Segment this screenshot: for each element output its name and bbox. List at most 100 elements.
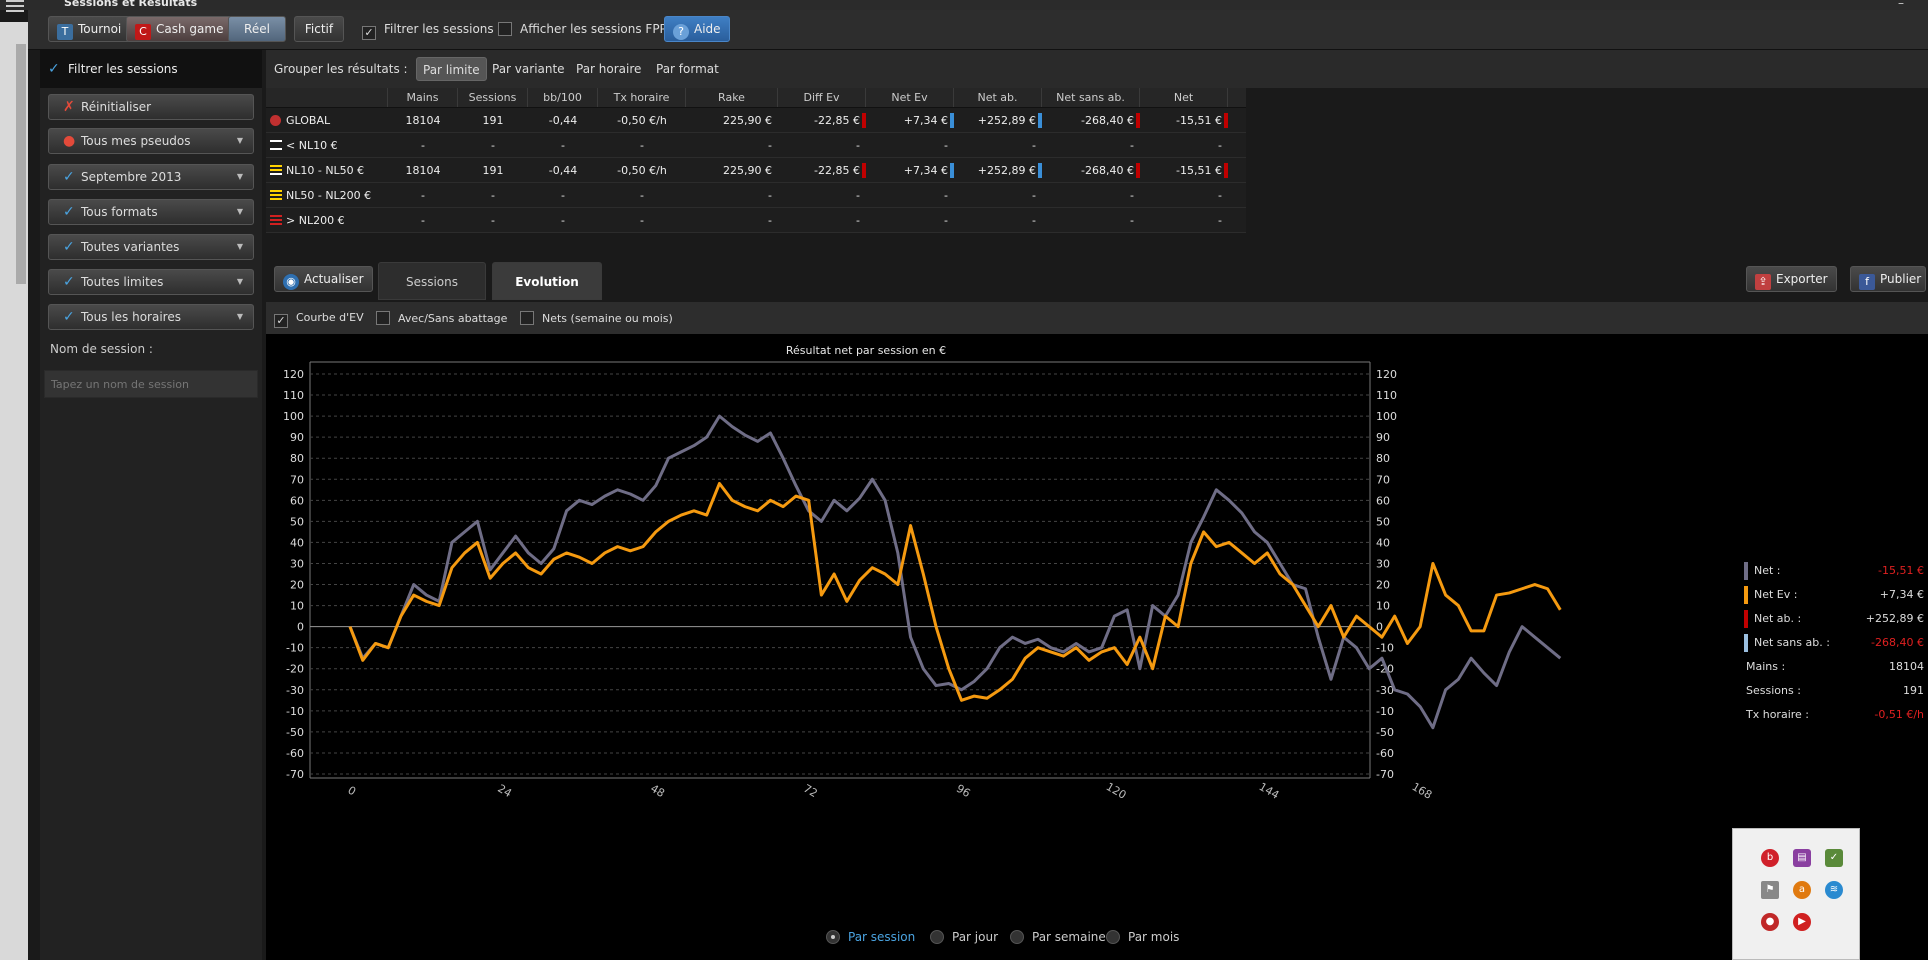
horaires-dropdown[interactable]: ✓ Tous les horaires ▼	[48, 304, 254, 330]
cell-value: -268,40 €	[1081, 114, 1134, 127]
aide-button[interactable]: ? Aide	[664, 16, 730, 42]
tab-sessions[interactable]: Sessions	[378, 262, 486, 300]
tab-evolution[interactable]: Evolution	[492, 262, 602, 300]
chat-icon[interactable]: ▤	[1793, 849, 1811, 867]
y-tick-label: 120	[283, 368, 304, 381]
view-bar: ◉ Actualiser Sessions Evolution ⇪ Exporter…	[266, 262, 1928, 300]
tournoi-button[interactable]: T Tournoi	[48, 16, 131, 42]
cell-value: -	[561, 139, 565, 152]
abattage-checkbox[interactable]: Avec/Sans abattage	[376, 311, 507, 325]
y-tick-label: -20	[286, 663, 304, 676]
table-cell: -	[778, 133, 866, 157]
fpp-sessions-checkbox[interactable]: Afficher les sessions FPP	[498, 22, 667, 36]
tab-par-horaire[interactable]: Par horaire	[570, 57, 647, 81]
tab-par-variante[interactable]: Par variante	[486, 57, 571, 81]
column-header[interactable]: Net	[1140, 88, 1228, 107]
ev-curve-label: Courbe d'EV	[296, 311, 364, 324]
cell-value: -22,85 €	[814, 114, 860, 127]
y-tick-label-right: 20	[1376, 579, 1390, 592]
radio-par-semaine[interactable]: Par semaine	[1010, 930, 1106, 944]
ev-curve-checkbox[interactable]: ✓ Courbe d'EV	[274, 311, 364, 328]
export-button[interactable]: ⇪ Exporter	[1746, 266, 1837, 292]
x-tick-label: 120	[1104, 780, 1129, 802]
nets-checkbox[interactable]: Nets (semaine ou mois)	[520, 311, 673, 325]
flag-icon[interactable]: ⚑	[1761, 881, 1779, 899]
column-header[interactable]: bb/100	[528, 88, 598, 107]
pseudos-dropdown[interactable]: ● Tous mes pseudos ▼	[48, 128, 254, 154]
cell-value: 191	[482, 114, 504, 127]
avast-icon[interactable]: a	[1793, 881, 1811, 899]
usb-icon[interactable]: ✓	[1825, 849, 1843, 867]
row-name-label: NL50 - NL200 €	[286, 189, 372, 202]
check-icon: ✓	[63, 204, 75, 220]
table-cell: -	[458, 208, 528, 232]
chart-area: Résultat net par session en € 120 120 110 11…	[266, 334, 1928, 960]
column-header[interactable]: Sessions	[458, 88, 528, 107]
table-cell: +252,89 €	[954, 108, 1042, 132]
column-header[interactable]: Rake	[686, 88, 778, 107]
filter-sessions-checkbox[interactable]: ✓ Filtrer les sessions	[362, 22, 494, 40]
row-name-label: > NL200 €	[286, 214, 345, 227]
table-cell: 18104	[388, 158, 458, 182]
network-icon[interactable]: ≋	[1825, 881, 1843, 899]
table-row[interactable]: > NL200 € - - - - - - - - - -	[266, 208, 1246, 233]
cell-value: -	[640, 189, 644, 202]
check-icon: ✓	[48, 61, 60, 77]
radio-par-session[interactable]: Par session	[826, 930, 915, 944]
tab-par-format[interactable]: Par format	[650, 57, 725, 81]
table-row[interactable]: < NL10 € - - - - - - - - - -	[266, 133, 1246, 158]
period-dropdown[interactable]: ✓ Septembre 2013 ▼	[48, 164, 254, 190]
table-cell: -22,85 €	[778, 108, 866, 132]
row-name: NL10 - NL50 €	[266, 158, 388, 182]
cell-value: -	[640, 214, 644, 227]
table-cell: -	[954, 183, 1042, 207]
publish-button[interactable]: f Publier	[1850, 266, 1926, 292]
poker-icon[interactable]: ●	[1761, 913, 1779, 931]
cashgame-label: Cash game	[156, 22, 224, 36]
reel-button[interactable]: Réel	[228, 16, 286, 42]
cell-value: -	[491, 214, 495, 227]
radio-par-jour[interactable]: Par jour	[930, 930, 998, 944]
minimize-icon[interactable]: –	[1898, 0, 1904, 10]
column-header[interactable]: Diff Ev	[778, 88, 866, 107]
scrollbar-thumb[interactable]	[16, 44, 26, 284]
formats-dropdown[interactable]: ✓ Tous formats ▼	[48, 199, 254, 225]
limites-dropdown[interactable]: ✓ Toutes limites ▼	[48, 269, 254, 295]
legend-value: -15,51 €	[1878, 564, 1924, 577]
column-header[interactable]: Mains	[388, 88, 458, 107]
variantes-dropdown[interactable]: ✓ Toutes variantes ▼	[48, 234, 254, 260]
y-tick-label-right: 120	[1376, 368, 1397, 381]
horaires-label: Tous les horaires	[81, 310, 181, 324]
fictif-button[interactable]: Fictif	[294, 16, 344, 42]
tab-par-limite[interactable]: Par limite	[416, 57, 487, 81]
table-row[interactable]: NL10 - NL50 € 18104 191 -0,44 -0,50 €/h 225,9…	[266, 158, 1246, 183]
beats-icon[interactable]: b	[1761, 849, 1779, 867]
cell-value: -	[1032, 214, 1036, 227]
legend-tx: Tx horaire : -0,51 €/h	[1744, 706, 1924, 724]
table-cell: -	[954, 133, 1042, 157]
session-name-input[interactable]	[44, 370, 258, 398]
column-header[interactable]: Net ab.	[954, 88, 1042, 107]
reset-button[interactable]: ✗ Réinitialiser	[48, 94, 254, 120]
media-icon[interactable]: ▶	[1793, 913, 1811, 931]
legend-sessions: Sessions : 191	[1744, 682, 1924, 700]
legend-label: Net sans ab. :	[1754, 636, 1830, 649]
column-header[interactable]: Net sans ab.	[1042, 88, 1140, 107]
column-header[interactable]: Net Ev	[866, 88, 954, 107]
menu-icon[interactable]	[6, 0, 24, 14]
actualiser-button[interactable]: ◉ Actualiser	[274, 266, 373, 292]
radio-par-mois[interactable]: Par mois	[1106, 930, 1179, 944]
legend-net: Net : -15,51 €	[1744, 562, 1924, 580]
cell-value: +7,34 €	[903, 114, 948, 127]
table-row[interactable]: GLOBAL 18104 191 -0,44 -0,50 €/h 225,90 € -22,…	[266, 108, 1246, 133]
column-header[interactable]: Tx horaire	[598, 88, 686, 107]
y-tick-label-right: -50	[1376, 726, 1394, 739]
cashgame-button[interactable]: C Cash game	[126, 16, 233, 42]
limit-level-icon	[270, 165, 282, 175]
evolution-chart: Résultat net par session en € 120 120 110 11…	[283, 344, 1562, 802]
radio-dot-icon	[826, 930, 840, 944]
cell-value: 18104	[405, 114, 441, 127]
table-row[interactable]: NL50 - NL200 € - - - - - - - - - -	[266, 183, 1246, 208]
y-tick-label-right: -10	[1376, 705, 1394, 718]
window-title: Sessions et Résultats	[64, 0, 198, 9]
